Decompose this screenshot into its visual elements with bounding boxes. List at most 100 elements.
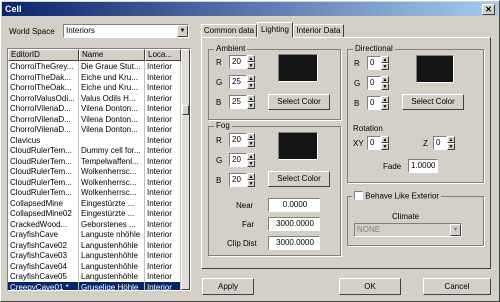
- table-row[interactable]: CloudRulerTem... Tempelwaffenl... Interior: [8, 155, 186, 167]
- table-row[interactable]: CreepyCave01 * Gruselige Höhle Interior: [8, 281, 186, 290]
- table-row[interactable]: CrayfishCave Languste nhöhle Interior: [8, 229, 186, 240]
- ambient-b-input[interactable]: 25: [229, 95, 247, 109]
- fog-select-color-button[interactable]: Select Color: [268, 171, 330, 187]
- table-row[interactable]: ChorrolValusOdi... Valus Odils H... Interi…: [8, 92, 186, 104]
- table-row[interactable]: CloudRulerTem... Wolkenherrsc... Interior: [8, 187, 186, 198]
- tab-common-data[interactable]: Common data: [201, 24, 257, 38]
- down-arrow-icon[interactable]: ▼: [447, 143, 455, 150]
- down-arrow-icon[interactable]: ▼: [247, 180, 255, 187]
- fog-g-input[interactable]: 20: [229, 153, 247, 167]
- fade-input[interactable]: 1.0000: [408, 159, 438, 173]
- ok-button[interactable]: OK: [339, 278, 401, 295]
- table-row[interactable]: ChorrolVilenaD... Vilena Donton... Interio…: [8, 103, 186, 114]
- fog-far-label: Far: [242, 220, 254, 229]
- table-row[interactable]: CrackedWood... Geborstenes ... Interior: [8, 218, 186, 230]
- down-arrow-icon[interactable]: ▼: [247, 62, 255, 69]
- climate-select[interactable]: NONE ▼: [354, 223, 462, 237]
- table-row[interactable]: CrayfishCave05 Langustenhöhle Interior: [8, 271, 186, 282]
- column-header-location[interactable]: Loca...: [145, 49, 181, 61]
- ambient-r-input[interactable]: 20: [229, 55, 247, 69]
- table-row[interactable]: ChorrolVilenaD... Vilena Donton... Interio…: [8, 124, 186, 135]
- cancel-button[interactable]: Cancel: [423, 278, 491, 295]
- cell-editorid: ChorrolValusOdi...: [8, 92, 79, 104]
- directional-select-color-button[interactable]: Select Color: [402, 94, 464, 110]
- table-row[interactable]: CrayfishCave04 Langustenhöhle Interior: [8, 260, 186, 272]
- up-arrow-icon[interactable]: ▲: [247, 75, 255, 82]
- fog-b-input[interactable]: 20: [229, 173, 247, 187]
- table-row[interactable]: ChorrolTheOak... Eiche und Kru... Interior: [8, 82, 186, 93]
- table-row[interactable]: ChorrolVilenaD... Vilena Donton... Interio…: [8, 113, 186, 125]
- title-bar[interactable]: Cell ✕: [2, 2, 498, 16]
- ambient-color-swatch: [278, 54, 318, 82]
- fog-near-input[interactable]: 0.0000: [268, 198, 320, 212]
- tab-interior-data[interactable]: Interior Data: [293, 24, 344, 38]
- world-space-label: World Space: [9, 27, 55, 36]
- up-arrow-icon[interactable]: ▲: [381, 96, 389, 103]
- close-button[interactable]: ✕: [482, 4, 495, 15]
- cell-location: Interior: [145, 61, 181, 72]
- cell-list[interactable]: EditorID Name Loca... ChorrolTheGrey... D…: [7, 48, 191, 291]
- checkbox-box[interactable]: [354, 191, 363, 201]
- table-row[interactable]: CollapsedMine Eingestürzte ... Interior: [8, 197, 186, 209]
- directional-b-label: B: [354, 99, 360, 108]
- fog-r-input[interactable]: 20: [229, 133, 247, 147]
- fade-label: Fade: [383, 162, 402, 171]
- down-arrow-icon[interactable]: ▼: [381, 63, 389, 70]
- table-row[interactable]: CrayfishCave02 Langustenhöhle Interior: [8, 239, 186, 251]
- down-arrow-icon[interactable]: ▼: [381, 103, 389, 110]
- down-arrow-icon[interactable]: ▼: [381, 143, 389, 150]
- apply-button[interactable]: Apply: [202, 278, 254, 295]
- world-space-select[interactable]: Interiors ▼: [63, 24, 189, 38]
- cell-location: Interior: [145, 176, 181, 188]
- vertical-scrollbar[interactable]: [181, 49, 190, 290]
- fog-far-input[interactable]: 3000.0000: [268, 217, 320, 231]
- cell-name: Geborstenes ...: [79, 218, 145, 230]
- cell-name: Eiche und Kru...: [79, 82, 145, 93]
- table-row[interactable]: CrayfishCave03 Langustenhöhle Interior: [8, 250, 186, 261]
- ambient-g-input[interactable]: 25: [229, 75, 247, 89]
- up-arrow-icon[interactable]: ▲: [247, 133, 255, 140]
- down-arrow-icon[interactable]: ▼: [247, 140, 255, 147]
- up-arrow-icon[interactable]: ▲: [247, 153, 255, 160]
- up-arrow-icon[interactable]: ▲: [447, 136, 455, 143]
- up-arrow-icon[interactable]: ▲: [381, 76, 389, 83]
- behave-like-exterior-checkbox[interactable]: Behave Like Exterior: [352, 191, 442, 203]
- up-arrow-icon[interactable]: ▲: [381, 56, 389, 63]
- down-arrow-icon[interactable]: ▼: [381, 83, 389, 90]
- column-header-name[interactable]: Name: [79, 49, 145, 61]
- fog-r-label: R: [216, 136, 222, 145]
- directional-r-input[interactable]: 0: [367, 56, 381, 70]
- up-arrow-icon[interactable]: ▲: [381, 136, 389, 143]
- table-row[interactable]: Clavicus Interior: [8, 134, 186, 146]
- cell-name: Gruselige Höhle: [79, 281, 145, 290]
- rotation-xy-input[interactable]: 0: [367, 136, 381, 150]
- table-row[interactable]: CloudRulerTem... Dummy cell for... Interio…: [8, 145, 186, 156]
- tab-lighting[interactable]: Lighting: [257, 22, 293, 38]
- table-row[interactable]: ChorrolTheGrey... Die Graue Stut... Interi…: [8, 61, 186, 72]
- ambient-select-color-button[interactable]: Select Color: [268, 94, 330, 110]
- table-row[interactable]: CloudRulerTem... Wolkenherrsc... Interior: [8, 176, 186, 188]
- ambient-b-label: B: [216, 98, 222, 107]
- fog-clip-input[interactable]: 3000.0000: [268, 236, 320, 250]
- down-arrow-icon[interactable]: ▼: [247, 82, 255, 89]
- table-row[interactable]: CloudRulerTem... Wolkenherrsc... Interior: [8, 166, 186, 177]
- table-row[interactable]: CollapsedMine02 Eingestürzte ... Interior: [8, 208, 186, 219]
- column-header-editorid[interactable]: EditorID: [8, 49, 79, 61]
- chevron-down-icon[interactable]: ▼: [450, 224, 461, 236]
- down-arrow-icon[interactable]: ▼: [247, 102, 255, 109]
- cell-location: Interior: [145, 250, 181, 261]
- ambient-r-label: R: [216, 58, 222, 67]
- down-arrow-icon[interactable]: ▼: [247, 160, 255, 167]
- up-arrow-icon[interactable]: ▲: [247, 173, 255, 180]
- table-row[interactable]: ChorrolTheDak... Eiche und Kru... Interior: [8, 71, 186, 83]
- scrollbar-thumb[interactable]: [182, 105, 189, 115]
- directional-b-input[interactable]: 0: [367, 96, 381, 110]
- cell-location: Interior: [145, 229, 181, 240]
- rotation-z-input[interactable]: 0: [433, 136, 447, 150]
- fog-near-label: Near: [236, 201, 254, 210]
- cell-location: Interior: [145, 103, 181, 114]
- chevron-down-icon[interactable]: ▼: [177, 25, 188, 37]
- up-arrow-icon[interactable]: ▲: [247, 55, 255, 62]
- directional-g-input[interactable]: 0: [367, 76, 381, 90]
- up-arrow-icon[interactable]: ▲: [247, 95, 255, 102]
